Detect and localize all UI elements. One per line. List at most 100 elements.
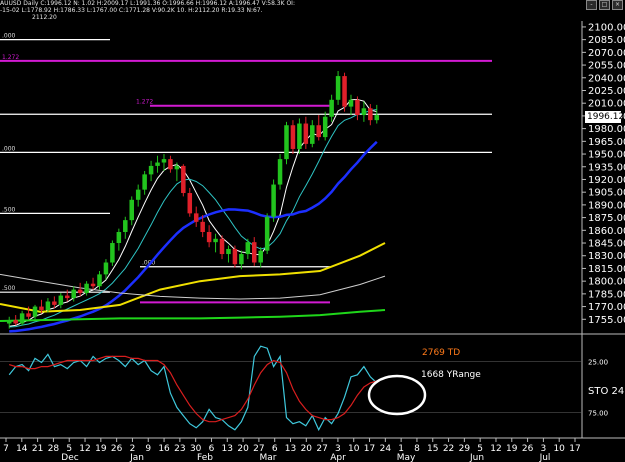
candle bbox=[271, 184, 276, 217]
x-tick-label: 27 bbox=[316, 444, 327, 454]
candle bbox=[200, 221, 205, 233]
x-tick-label: 14 bbox=[16, 444, 28, 454]
x-tick-label: 19 bbox=[95, 444, 107, 454]
fib-level-label: 1.272 bbox=[2, 54, 19, 61]
candle bbox=[355, 99, 360, 116]
stoch-tick-label: 75.00 bbox=[588, 410, 608, 418]
stoch-tick-label: 25.00 bbox=[588, 359, 608, 367]
x-tick-label: 28 bbox=[48, 444, 60, 454]
minimize-button[interactable]: - bbox=[586, 0, 597, 10]
y-tick-label: 1950.00 bbox=[588, 150, 625, 161]
candle bbox=[245, 242, 251, 255]
y-tick-label: 1920.00 bbox=[588, 175, 625, 186]
y-tick-label: 1785.00 bbox=[588, 289, 625, 300]
candle bbox=[155, 162, 160, 166]
x-tick-label: 16 bbox=[158, 444, 170, 454]
candle bbox=[181, 165, 186, 194]
month-label: May bbox=[397, 453, 416, 462]
fib-level-label: .500 bbox=[2, 285, 16, 292]
candle bbox=[168, 159, 173, 170]
header-indicator-line: -15-02 L:1778.92 H:1786.33 L:1767.00 C:1… bbox=[0, 7, 263, 14]
candle bbox=[329, 99, 334, 117]
candle bbox=[264, 216, 270, 251]
candle bbox=[84, 283, 89, 294]
x-tick-label: 17 bbox=[569, 444, 580, 454]
chart-background bbox=[0, 0, 625, 462]
candle bbox=[284, 125, 289, 160]
y-tick-label: 1860.00 bbox=[588, 226, 625, 237]
candle bbox=[90, 283, 96, 287]
candle bbox=[58, 295, 64, 305]
candle bbox=[252, 242, 257, 263]
x-tick-label: 21 bbox=[32, 444, 43, 454]
x-tick-label: 23 bbox=[174, 444, 185, 454]
candle bbox=[316, 125, 321, 138]
candle bbox=[290, 125, 296, 149]
candle bbox=[322, 116, 328, 138]
y-tick-label: 2055.00 bbox=[588, 61, 625, 72]
candle bbox=[148, 165, 154, 175]
candle bbox=[135, 189, 141, 200]
candle bbox=[277, 159, 283, 185]
candle bbox=[129, 199, 134, 221]
candle bbox=[45, 301, 51, 310]
y-tick-label: 2025.00 bbox=[588, 86, 625, 97]
month-label: Feb bbox=[197, 453, 213, 462]
y-tick-label: 1755.00 bbox=[588, 315, 625, 326]
candle bbox=[174, 165, 180, 170]
candle bbox=[77, 289, 83, 294]
candle bbox=[335, 76, 341, 100]
month-label: Jun bbox=[469, 453, 484, 462]
x-tick-label: 9 bbox=[145, 444, 151, 454]
y-tick-label: 1815.00 bbox=[588, 264, 625, 275]
month-label: Jan bbox=[129, 453, 144, 462]
candle bbox=[103, 262, 109, 275]
x-tick-label: 15 bbox=[427, 444, 438, 454]
header-high-value: 2112.20 bbox=[32, 14, 57, 21]
candle bbox=[187, 193, 193, 214]
td-annotation: 2769 TD bbox=[422, 348, 460, 358]
candle bbox=[297, 123, 302, 149]
x-tick-label: 22 bbox=[443, 444, 454, 454]
window-controls: - □ × bbox=[586, 0, 623, 10]
stoch-value-label: STO 24. bbox=[588, 386, 625, 397]
candle bbox=[206, 232, 212, 243]
candle bbox=[226, 248, 231, 255]
candle bbox=[123, 220, 128, 233]
month-label: Apr bbox=[330, 453, 346, 462]
y-tick-label: 2085.00 bbox=[588, 35, 625, 46]
x-tick-label: 13 bbox=[222, 444, 233, 454]
candle bbox=[193, 213, 199, 222]
candle bbox=[161, 159, 167, 163]
x-tick-label: 10 bbox=[348, 444, 360, 454]
candle bbox=[219, 238, 225, 255]
x-tick-label: 17 bbox=[364, 444, 375, 454]
price-chart[interactable]: 2100.002085.002070.002055.002040.002025.… bbox=[0, 0, 625, 462]
candle bbox=[13, 320, 18, 324]
candle bbox=[232, 248, 238, 265]
x-tick-label: 26 bbox=[111, 444, 123, 454]
y-tick-label: 1905.00 bbox=[588, 188, 625, 199]
candle bbox=[374, 115, 380, 121]
x-tick-label: 20 bbox=[237, 444, 249, 454]
x-tick-label: 12 bbox=[490, 444, 501, 454]
y-tick-label: 1830.00 bbox=[588, 251, 625, 262]
candle bbox=[303, 123, 309, 144]
candle bbox=[110, 243, 115, 263]
x-tick-label: 26 bbox=[522, 444, 534, 454]
maximize-button[interactable]: □ bbox=[599, 0, 610, 10]
candle bbox=[368, 108, 373, 121]
chart-header: AUUSD Daily C:1996.12 N: 1.02 H:2009.17 … bbox=[0, 0, 625, 21]
fib-level-label: 1.272 bbox=[136, 99, 153, 106]
candle bbox=[65, 295, 70, 299]
fib-level-label: .000 bbox=[2, 145, 16, 152]
y-tick-label: 1935.00 bbox=[588, 162, 625, 173]
candle bbox=[142, 174, 147, 190]
y-tick-label: 1845.00 bbox=[588, 239, 625, 250]
close-button[interactable]: × bbox=[612, 0, 623, 10]
x-tick-label: 20 bbox=[301, 444, 313, 454]
candle bbox=[116, 232, 122, 244]
month-label: Jul bbox=[539, 453, 551, 462]
month-label: Mar bbox=[260, 453, 277, 462]
fib-level-label: .500 bbox=[2, 206, 16, 213]
